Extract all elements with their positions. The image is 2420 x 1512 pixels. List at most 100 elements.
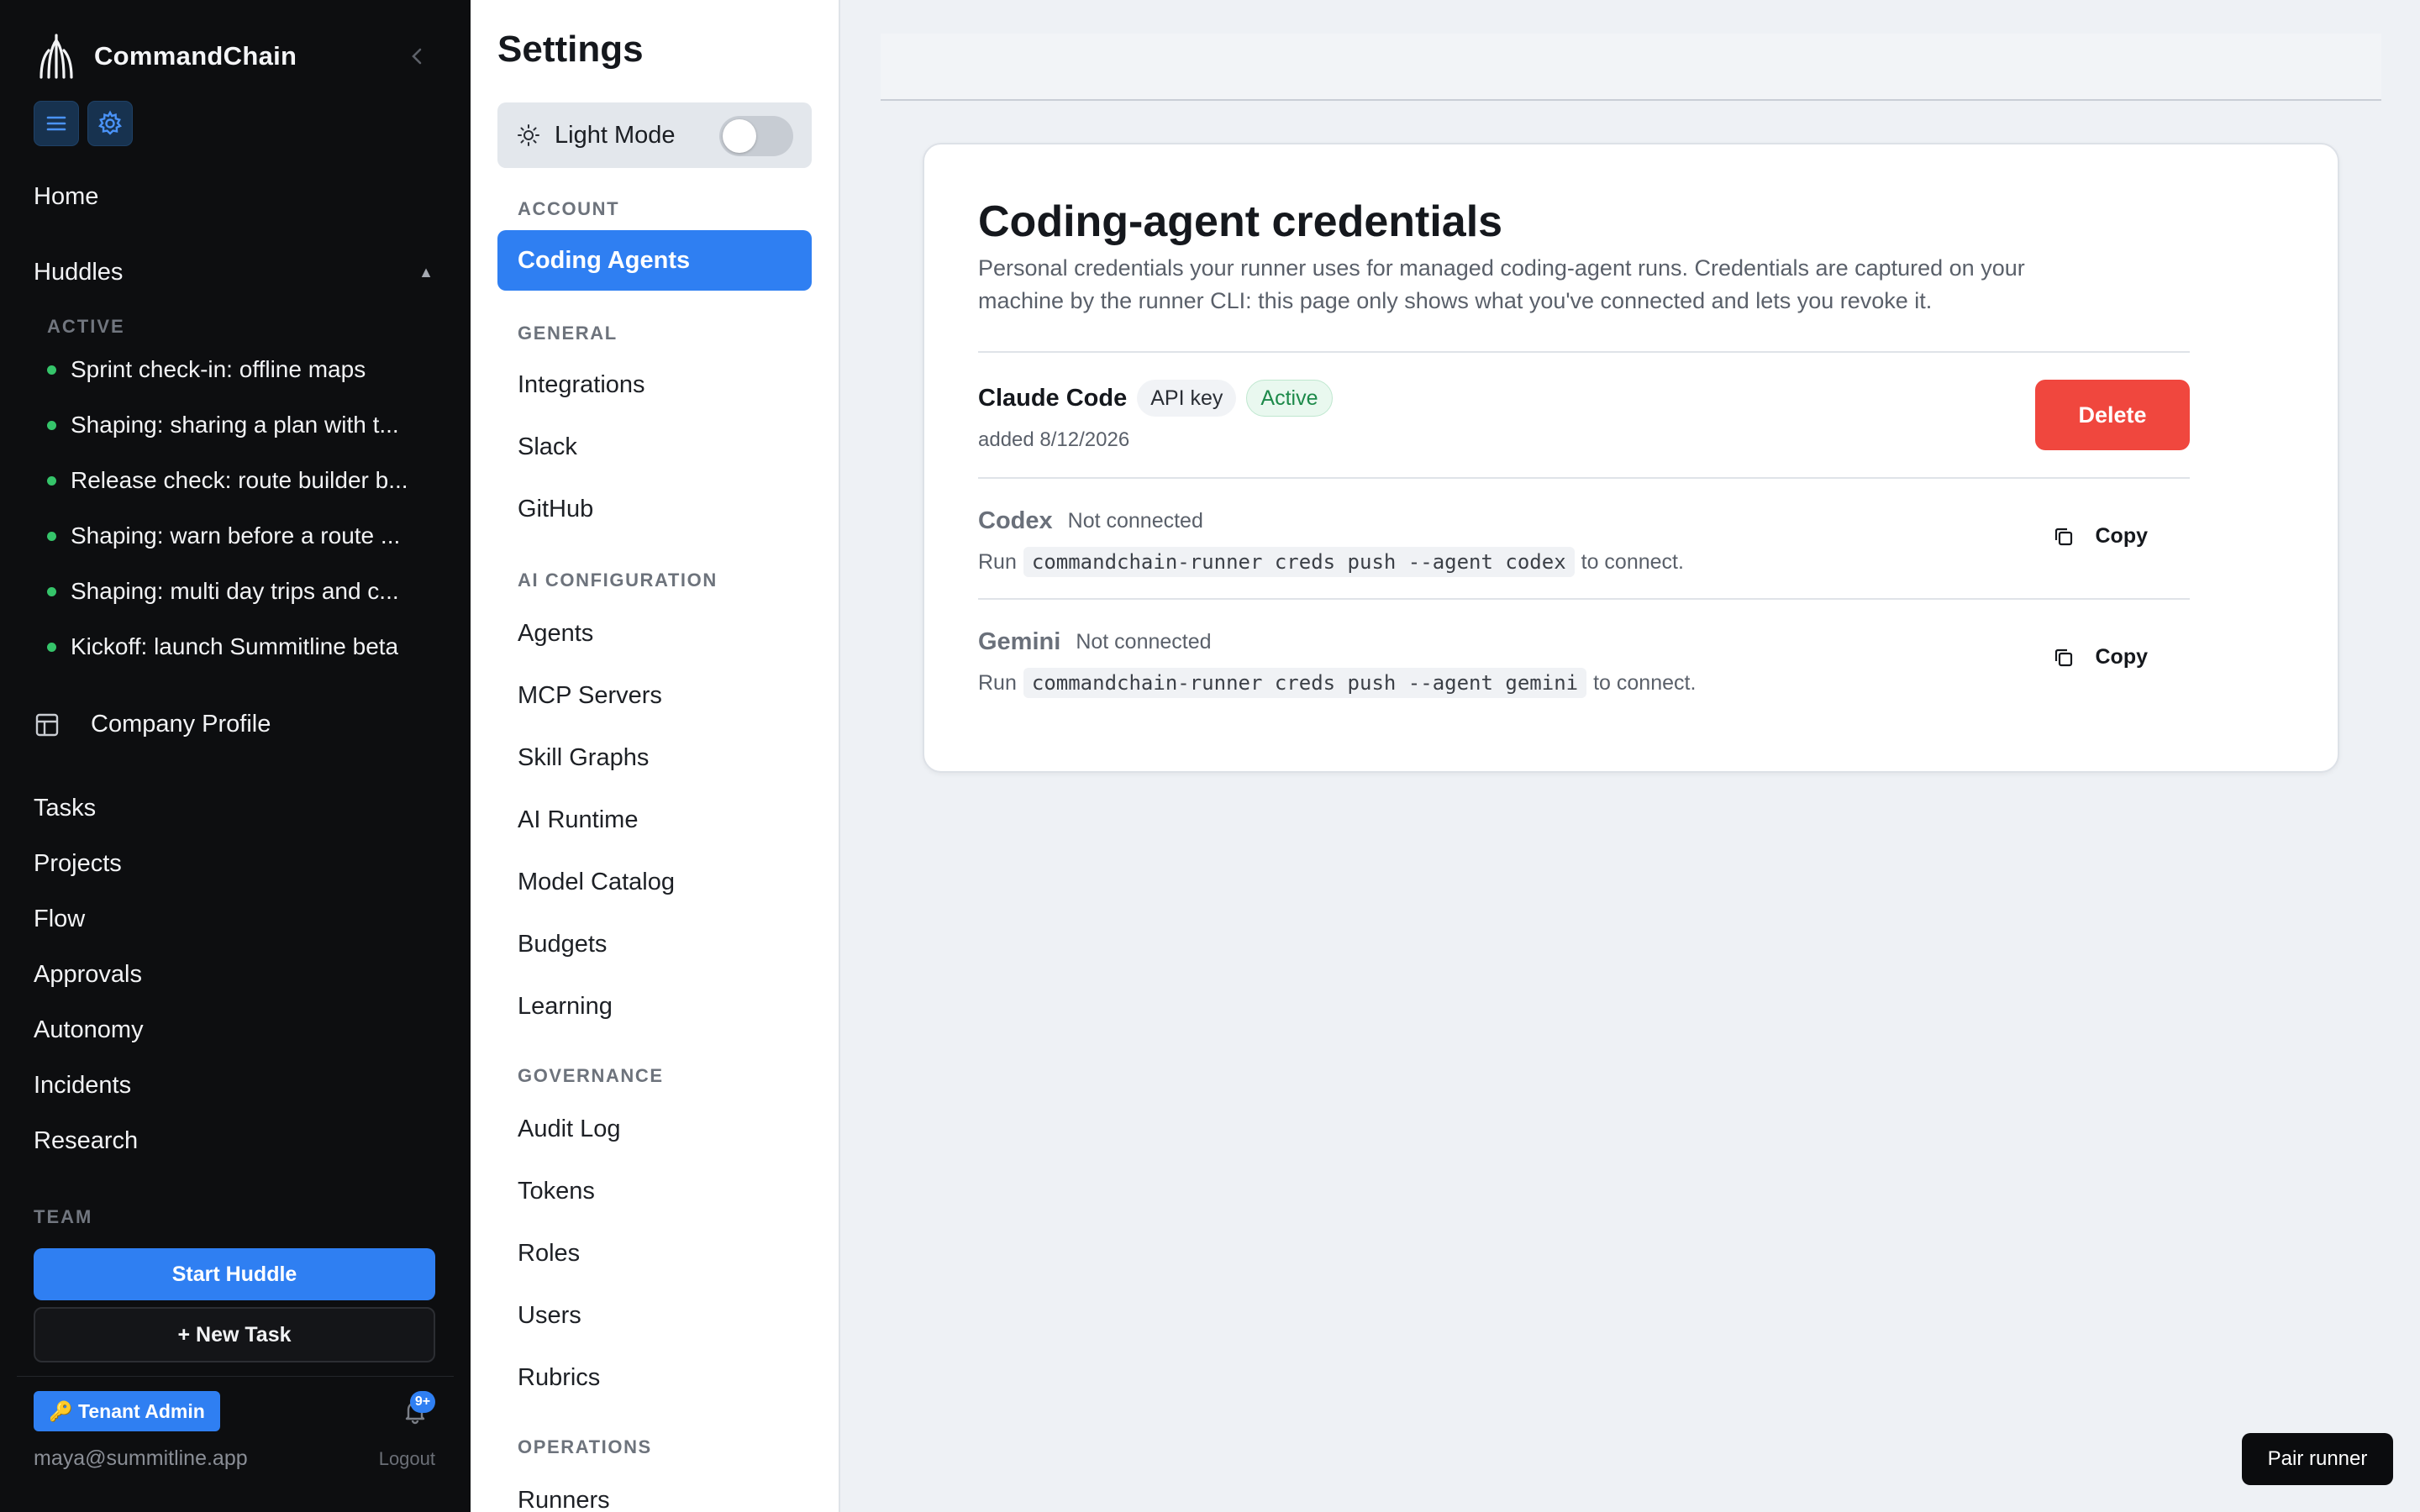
credential-type-badge: API key: [1137, 380, 1237, 417]
settings-item-runners[interactable]: Runners: [518, 1485, 610, 1512]
toggle-knob: [723, 119, 756, 153]
divider: [978, 351, 2190, 353]
settings-item-audit-log[interactable]: Audit Log: [518, 1114, 621, 1144]
run-suffix: to connect.: [1581, 549, 1684, 574]
start-huddle-button[interactable]: Start Huddle: [34, 1248, 435, 1300]
delete-credential-button[interactable]: Delete: [2035, 380, 2190, 450]
divider: [978, 477, 2190, 479]
nav-home[interactable]: Home: [34, 181, 98, 212]
gear-icon: [98, 110, 122, 135]
settings-item-ai-runtime[interactable]: AI Runtime: [518, 805, 638, 835]
huddle-item[interactable]: Sprint check-in: offline maps: [47, 356, 434, 383]
active-status-dot: [47, 365, 56, 375]
collapse-sidebar-chevron-left-icon[interactable]: [407, 42, 427, 71]
account-caption: ACCOUNT: [518, 198, 620, 219]
cli-command[interactable]: commandchain-runner creds push --agent c…: [1023, 547, 1575, 577]
credentials-description: Personal credentials your runner uses fo…: [978, 255, 2025, 313]
huddle-title: Shaping: multi day trips and c...: [71, 578, 399, 604]
huddle-item[interactable]: Release check: route builder b...: [47, 467, 434, 494]
settings-item-skill-graphs[interactable]: Skill Graphs: [518, 743, 649, 773]
pair-runner-button[interactable]: Pair runner: [2242, 1433, 2393, 1485]
cli-command[interactable]: commandchain-runner creds push --agent g…: [1023, 668, 1587, 698]
settings-item-coding-agents[interactable]: Coding Agents: [497, 230, 812, 291]
nav-research[interactable]: Research: [34, 1126, 138, 1156]
logout-link[interactable]: Logout: [379, 1448, 435, 1470]
nav-tasks[interactable]: Tasks: [34, 793, 96, 823]
connection-status: Not connected: [1076, 630, 1212, 654]
copy-label: Copy: [2095, 645, 2149, 669]
agent-name: Codex: [978, 507, 1053, 534]
active-status-dot: [47, 642, 56, 652]
settings-item-users[interactable]: Users: [518, 1300, 581, 1331]
huddle-title: Release check: route builder b...: [71, 467, 408, 493]
huddle-item[interactable]: Shaping: warn before a route ...: [47, 522, 434, 549]
settings-item-integrations[interactable]: Integrations: [518, 370, 645, 400]
light-mode-row: Light Mode: [497, 102, 812, 168]
huddle-item[interactable]: Shaping: multi day trips and c...: [47, 578, 434, 605]
credentials-title: Coding-agent credentials: [978, 197, 1503, 246]
connection-status: Not connected: [1067, 509, 1203, 533]
brand-name: CommandChain: [94, 41, 297, 71]
huddle-item[interactable]: Shaping: sharing a plan with t...: [47, 412, 434, 438]
commandchain-logo-icon: [39, 34, 73, 79]
agent-name: Claude Code: [978, 384, 1128, 412]
run-suffix: to connect.: [1593, 670, 1697, 695]
general-caption: GENERAL: [518, 323, 618, 344]
active-caption: ACTIVE: [47, 316, 125, 337]
copy-icon: [2054, 528, 2072, 545]
settings-button[interactable]: [87, 101, 133, 146]
agent-name: Gemini: [978, 628, 1061, 655]
settings-panel: Settings Light Mode ACCOUNT Coding Agent…: [471, 0, 840, 1512]
settings-item-tokens[interactable]: Tokens: [518, 1176, 595, 1206]
ai-configuration-caption: AI CONFIGURATION: [518, 570, 718, 591]
connect-instructions: Run commandchain-runner creds push --age…: [978, 668, 2190, 698]
team-caption: TEAM: [34, 1206, 93, 1227]
settings-item-model-catalog[interactable]: Model Catalog: [518, 867, 675, 897]
run-prefix: Run: [978, 549, 1017, 574]
company-profile-label: Company Profile: [91, 711, 271, 738]
active-status-dot: [47, 420, 56, 430]
notification-count-badge: 9+: [410, 1391, 435, 1413]
nav-flow[interactable]: Flow: [34, 904, 85, 934]
nav-approvals[interactable]: Approvals: [34, 959, 142, 990]
main-sidebar: CommandChain Home Huddles ▲ ACTIVE Sprin…: [0, 0, 471, 1512]
nav-autonomy[interactable]: Autonomy: [34, 1015, 144, 1045]
nav-company-profile[interactable]: Company Profile: [34, 711, 271, 738]
new-task-button[interactable]: + New Task: [34, 1307, 435, 1362]
settings-item-rubrics[interactable]: Rubrics: [518, 1362, 600, 1393]
copy-command-button[interactable]: Copy: [2052, 524, 2148, 549]
tenant-admin-badge[interactable]: 🔑 Tenant Admin: [34, 1391, 220, 1431]
active-status-dot: [47, 531, 56, 541]
settings-item-agents[interactable]: Agents: [518, 618, 593, 648]
settings-title: Settings: [497, 29, 644, 70]
light-mode-toggle[interactable]: [719, 116, 793, 156]
huddles-section-toggle[interactable]: Huddles ▲: [34, 259, 434, 286]
added-date: added 8/12/2026: [978, 428, 1130, 451]
settings-item-roles[interactable]: Roles: [518, 1238, 580, 1268]
sun-icon: [518, 124, 539, 146]
huddle-item[interactable]: Kickoff: launch Summitline beta: [47, 633, 434, 660]
connect-instructions: Run commandchain-runner creds push --age…: [978, 547, 2190, 577]
active-status-dot: [47, 475, 56, 486]
run-prefix: Run: [978, 670, 1017, 695]
settings-item-learning[interactable]: Learning: [518, 991, 613, 1021]
settings-item-github[interactable]: GitHub: [518, 494, 593, 524]
menu-icon: [46, 116, 66, 131]
credentials-card: Coding-agent credentials Personal creden…: [923, 143, 2339, 773]
brand[interactable]: CommandChain: [34, 32, 297, 81]
caret-up-icon: ▲: [418, 264, 434, 281]
nav-projects[interactable]: Projects: [34, 848, 122, 879]
settings-item-slack[interactable]: Slack: [518, 432, 577, 462]
layout-panel-icon: [35, 713, 59, 736]
settings-item-budgets[interactable]: Budgets: [518, 929, 607, 959]
operations-caption: OPERATIONS: [518, 1436, 652, 1457]
huddle-title: Sprint check-in: offline maps: [71, 356, 366, 382]
nav-incidents[interactable]: Incidents: [34, 1070, 131, 1100]
divider: [978, 598, 2190, 600]
light-mode-label: Light Mode: [555, 121, 676, 149]
settings-item-mcp-servers[interactable]: MCP Servers: [518, 680, 662, 711]
status-badge: Active: [1246, 380, 1333, 417]
menu-button[interactable]: [34, 101, 79, 146]
credential-row-codex: Codex Not connected Run commandchain-run…: [978, 507, 2190, 577]
copy-command-button[interactable]: Copy: [2052, 645, 2149, 669]
